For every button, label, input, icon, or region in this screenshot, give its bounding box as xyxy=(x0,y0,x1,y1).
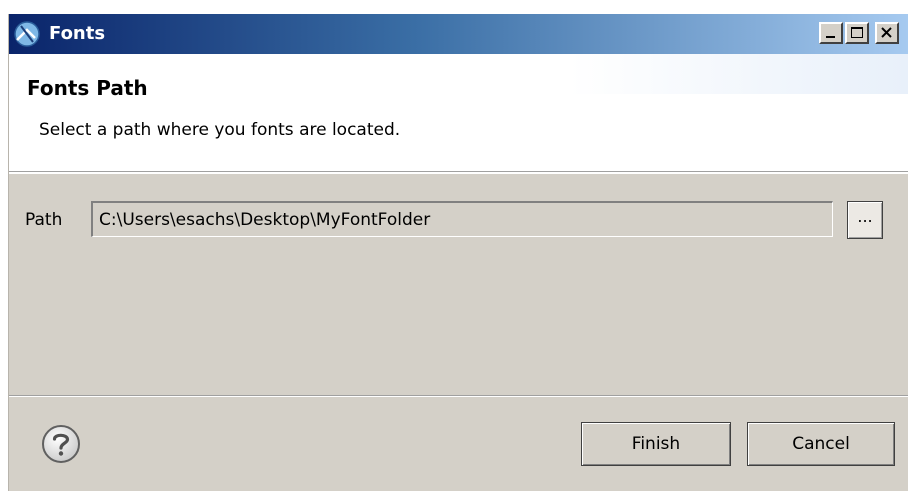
app-icon xyxy=(13,20,41,48)
fonts-dialog: Fonts Fonts Path Select a path where you… xyxy=(8,14,908,491)
path-input[interactable] xyxy=(91,201,833,237)
close-button[interactable] xyxy=(875,22,899,44)
minimize-button[interactable] xyxy=(819,22,843,44)
browse-button[interactable]: ... xyxy=(847,201,883,239)
banner-gradient xyxy=(569,54,908,94)
maximize-button[interactable] xyxy=(845,22,869,44)
page-description: Select a path where you fonts are locate… xyxy=(39,120,401,140)
close-icon xyxy=(881,27,892,38)
minimize-icon xyxy=(826,36,835,38)
wizard-banner: Fonts Path Select a path where you fonts… xyxy=(9,54,908,172)
question-circle-icon xyxy=(42,425,80,463)
footer-divider-highlight xyxy=(9,396,908,397)
cancel-button[interactable]: Cancel xyxy=(747,422,895,466)
path-label: Path xyxy=(25,210,63,230)
page-title: Fonts Path xyxy=(27,76,148,100)
title-bar[interactable]: Fonts xyxy=(9,14,908,54)
maximize-icon xyxy=(851,27,863,38)
help-button[interactable] xyxy=(39,422,83,466)
finish-button[interactable]: Finish xyxy=(581,422,731,466)
banner-divider xyxy=(9,172,908,174)
window-title: Fonts xyxy=(49,23,106,44)
